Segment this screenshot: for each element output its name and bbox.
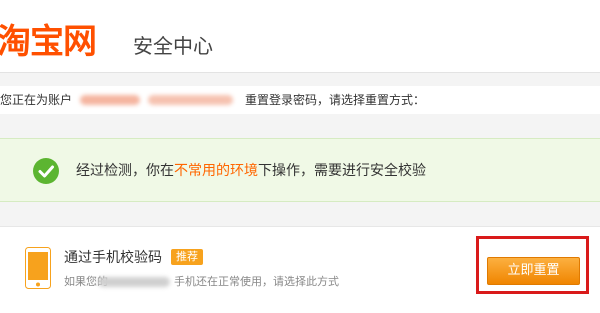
- account-suffix: 重置登录密码，请选择重置方式：: [245, 93, 426, 107]
- option-title: 通过手机校验码: [64, 250, 162, 266]
- redacted-account-id: [148, 95, 233, 105]
- page: 淘宝网 安全中心 您正在为账户 重置登录密码，请选择重置方式： 经过检测，你在不…: [0, 0, 600, 313]
- account-line: 您正在为账户 重置登录密码，请选择重置方式：: [0, 86, 600, 114]
- notice-highlight: 不常用的环境: [174, 163, 258, 179]
- security-notice: 经过检测，你在不常用的环境下操作，需要进行安全校验: [0, 138, 600, 202]
- redacted-phone-number: [98, 277, 170, 287]
- reset-now-button[interactable]: 立即重置: [487, 257, 580, 285]
- option-desc-suffix: 手机还在正常使用，请选择此方式: [174, 275, 339, 288]
- page-title: 安全中心: [133, 34, 213, 58]
- notice-text: 经过检测，你在不常用的环境下操作，需要进行安全校验: [76, 163, 426, 179]
- recommend-badge: 推荐: [171, 249, 203, 265]
- header: 淘宝网 安全中心: [0, 0, 600, 73]
- account-prefix: 您正在为账户: [0, 93, 73, 107]
- check-circle-icon: [33, 158, 59, 184]
- mobile-phone-icon: [25, 247, 51, 289]
- taobao-logo[interactable]: 淘宝网: [0, 22, 97, 62]
- redacted-account-name: [80, 95, 140, 105]
